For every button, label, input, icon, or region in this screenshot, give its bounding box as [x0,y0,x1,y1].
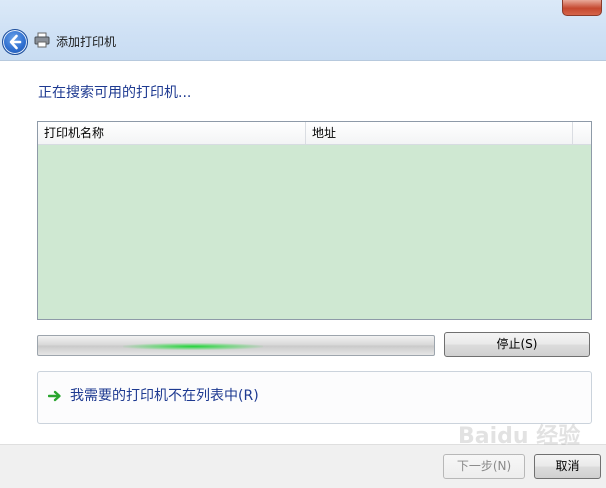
green-arrow-icon [48,390,61,402]
title-bar: 添加打印机 [0,0,606,61]
column-printer-name[interactable]: 打印机名称 [38,122,306,144]
page-heading: 正在搜索可用的打印机... [38,85,192,101]
close-button[interactable] [562,0,602,16]
column-address[interactable]: 地址 [306,122,573,144]
stop-button[interactable]: 停止(S) [444,332,590,357]
back-button[interactable] [2,29,28,55]
printer-not-listed-link[interactable]: 我需要的打印机不在列表中(R) [70,385,259,405]
list-header: 打印机名称 地址 [38,122,591,145]
window-title: 添加打印机 [56,35,117,49]
column-filler [573,122,591,144]
next-button[interactable]: 下一步(N) [443,454,525,479]
search-progress-bar [37,335,435,356]
back-arrow-icon [9,34,22,50]
progress-glow [123,343,263,350]
printer-not-listed-panel[interactable]: 我需要的打印机不在列表中(R) [37,371,592,424]
cancel-button[interactable]: 取消 [534,454,601,479]
printer-list[interactable]: 打印机名称 地址 [37,121,592,320]
printer-icon [34,32,50,48]
